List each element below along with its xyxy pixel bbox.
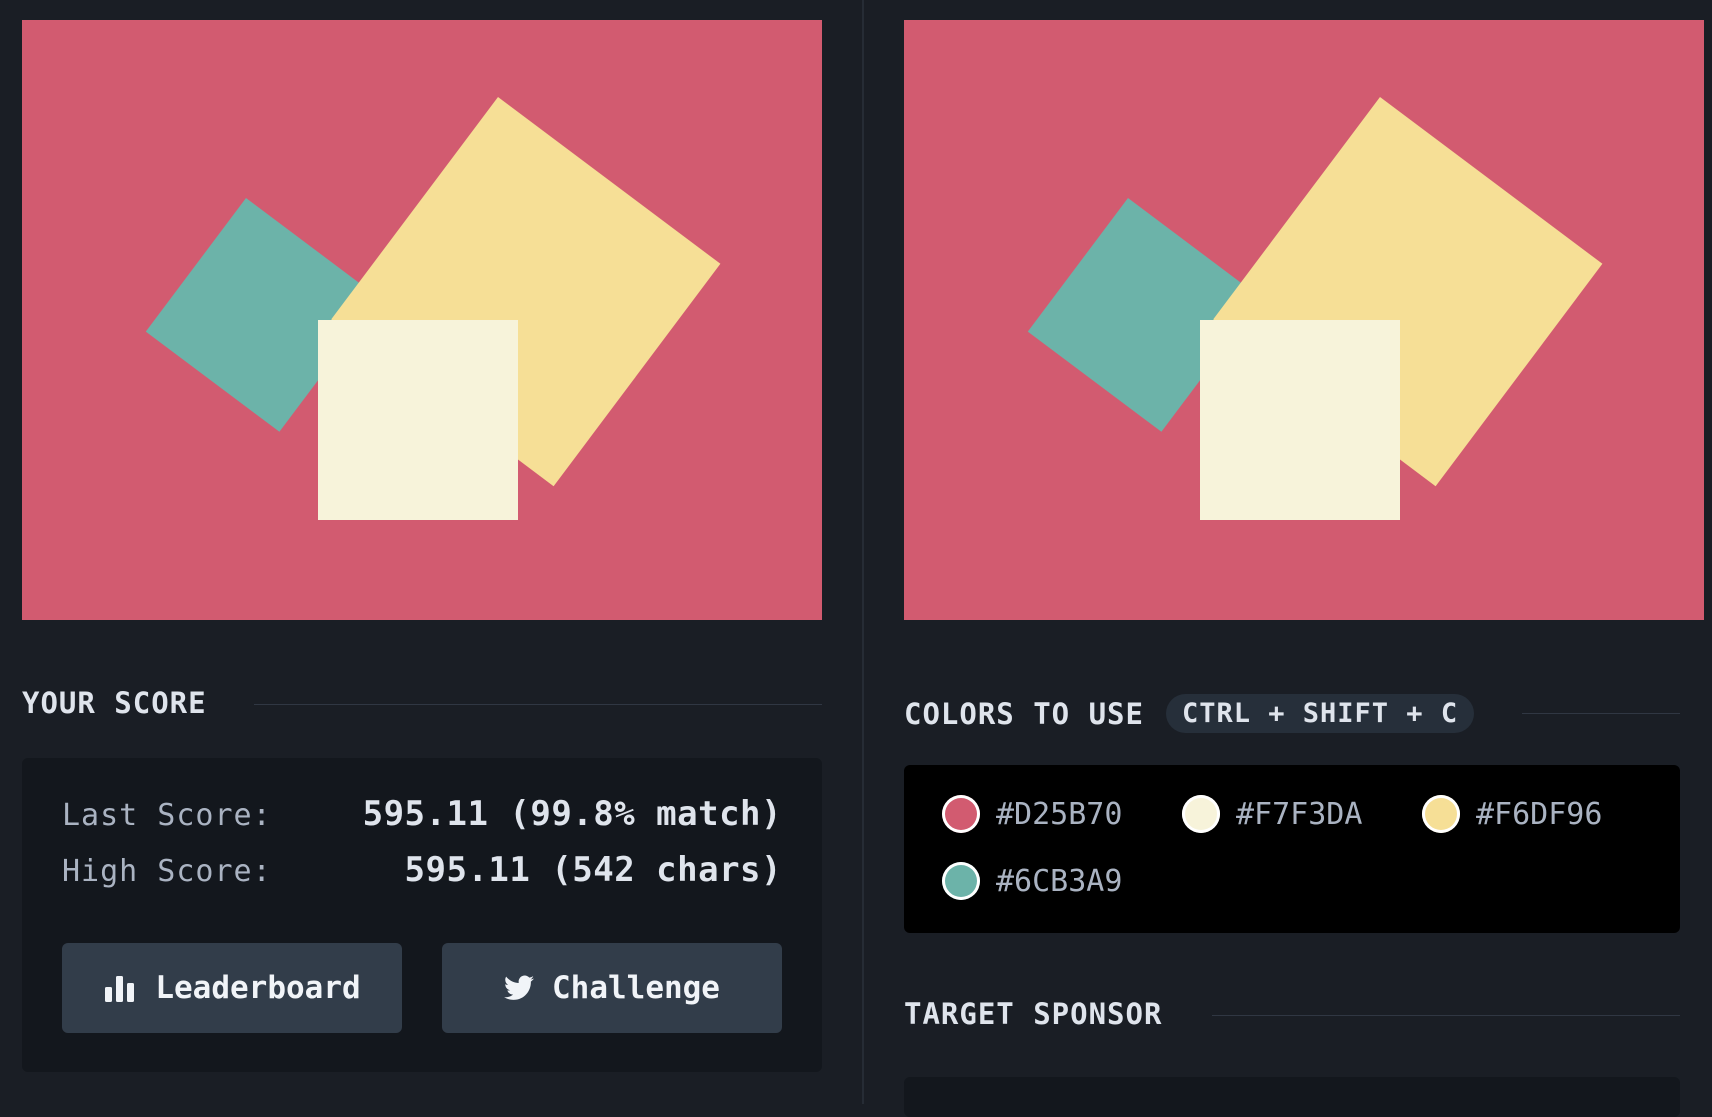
copy-colors-shortcut: CTRL + SHIFT + C xyxy=(1165,694,1475,733)
score-heading-text: YOUR SCORE xyxy=(22,686,207,720)
sponsor-heading-rule xyxy=(1212,1015,1680,1016)
twitter-icon xyxy=(504,975,534,1001)
color-swatch-item[interactable]: #F6DF96 xyxy=(1422,795,1602,833)
color-hex: #6CB3A9 xyxy=(996,863,1123,899)
score-heading: YOUR SCORE xyxy=(22,686,207,720)
colors-heading-text: COLORS TO USE xyxy=(904,696,1144,731)
color-swatch-item[interactable]: #D25B70 xyxy=(942,795,1122,833)
color-hex: #D25B70 xyxy=(996,796,1123,832)
color-swatch xyxy=(1422,795,1460,833)
leaderboard-button[interactable]: Leaderboard xyxy=(62,943,402,1033)
challenge-button[interactable]: Challenge xyxy=(442,943,782,1033)
score-panel: Last Score: 595.11 (99.8% match) High Sc… xyxy=(22,758,822,1072)
bar-chart-icon xyxy=(103,974,137,1002)
cream-square xyxy=(318,320,518,520)
last-score-row: Last Score: 595.11 (99.8% match) xyxy=(62,794,782,834)
cream-square xyxy=(1200,320,1400,520)
color-hex: #F7F3DA xyxy=(1236,796,1363,832)
sponsor-heading: TARGET SPONSOR xyxy=(904,997,1162,1031)
color-swatch-item[interactable]: #6CB3A9 xyxy=(942,862,1122,900)
leaderboard-label: Leaderboard xyxy=(155,970,361,1006)
high-score-label: High Score: xyxy=(62,854,272,889)
color-hex: #F6DF96 xyxy=(1476,796,1603,832)
colors-heading-rule xyxy=(1522,713,1680,714)
high-score-row: High Score: 595.11 (542 chars) xyxy=(62,850,782,890)
color-swatch-item[interactable]: #F7F3DA xyxy=(1182,795,1362,833)
target-canvas xyxy=(904,20,1704,620)
score-heading-rule xyxy=(254,704,822,705)
challenge-label: Challenge xyxy=(552,970,720,1006)
colors-heading: COLORS TO USE CTRL + SHIFT + C xyxy=(904,694,1475,733)
last-score-value: 595.11 (99.8% match) xyxy=(362,794,782,834)
sponsor-panel xyxy=(904,1077,1680,1117)
sponsor-heading-text: TARGET SPONSOR xyxy=(904,997,1163,1031)
output-canvas xyxy=(22,20,822,620)
color-swatch xyxy=(942,862,980,900)
color-swatch xyxy=(1182,795,1220,833)
column-divider xyxy=(862,0,864,1104)
last-score-label: Last Score: xyxy=(62,798,272,833)
high-score-value: 595.11 (542 chars) xyxy=(404,850,782,890)
color-swatch xyxy=(942,795,980,833)
colors-panel: #D25B70 #F7F3DA #F6DF96 #6CB3A9 xyxy=(904,765,1680,933)
